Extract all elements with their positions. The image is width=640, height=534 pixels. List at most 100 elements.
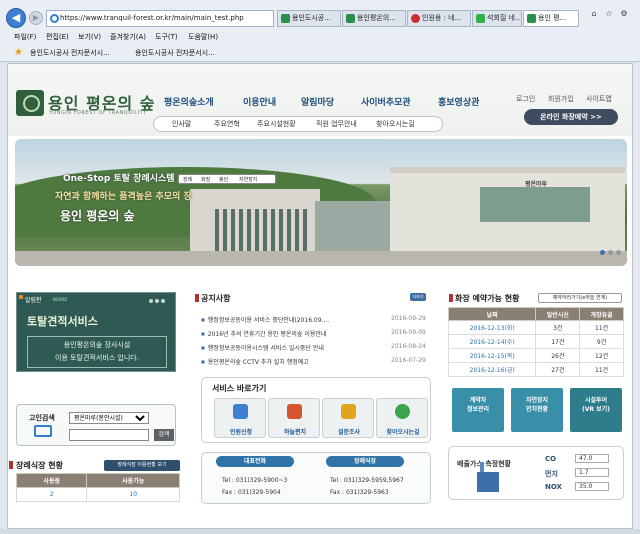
funeral-hall-phone-label: 장례식장	[326, 456, 404, 467]
letter-icon	[287, 404, 302, 419]
facility-select[interactable]: 평온마루(봉안시설)	[69, 412, 149, 424]
news-more-button[interactable]: 더보기	[410, 293, 426, 301]
document-icon	[233, 404, 248, 419]
home-icon[interactable]: ⌂	[588, 8, 600, 20]
hero-banner: 평온마루 One-Stop 토탈 장례시스템 자연과 함께하는 품격높은 추모의…	[15, 139, 627, 266]
table-header: 사용가능	[86, 473, 180, 488]
hero-ground	[15, 251, 627, 266]
forward-button[interactable]: ▶	[29, 11, 43, 25]
vr-tour-button[interactable]: 시설투어 (VR 보기)	[570, 388, 622, 432]
ie-icon	[50, 14, 59, 23]
cremation-reservation-title: 화장 예약가능 현황	[448, 294, 520, 303]
star-icon[interactable]: ☆	[603, 8, 615, 20]
back-button[interactable]: ◀	[6, 8, 26, 28]
funeral-tel: Tel : 031)329-5959,5967	[330, 477, 404, 484]
favorite-link[interactable]: 용인도시공사 전자문서시...	[30, 45, 110, 61]
browser-tab[interactable]: 용인평온의...	[342, 10, 406, 27]
reservation-table: 날짜 일반시신 개장유골 2016-12-13(화) 3건 11건 2016-12-14…	[447, 307, 624, 377]
site-favicon-icon	[346, 14, 355, 23]
table-header: 날짜	[447, 307, 537, 321]
nav-notice[interactable]: 알림마당	[301, 95, 334, 108]
map-pin-icon	[395, 404, 410, 419]
subnav-history[interactable]: 주요연혁	[214, 119, 240, 129]
menu-help[interactable]: 도움말(H)	[188, 31, 218, 44]
notice-board[interactable]: 알림판 BOARD 토탈견적서비스 용인평온의숲 장사시설 이용 토탈견적서비스 …	[16, 292, 176, 372]
site-favicon-icon	[527, 14, 536, 23]
favorite-link[interactable]: 용인도시공사 전자문서시...	[135, 45, 215, 61]
search-input[interactable]	[69, 429, 149, 441]
civil-petition-button[interactable]: 민원신청	[214, 398, 266, 438]
browser-tab-active[interactable]: 용인 평...	[523, 10, 579, 27]
sky-letter-button[interactable]: 하늘편지	[268, 398, 320, 438]
nav-intro[interactable]: 평온의숲소개	[164, 95, 214, 108]
funeral-hall-status-button[interactable]: 장례식장 이용현황 보기	[104, 460, 180, 471]
nav-guide[interactable]: 이용안내	[243, 95, 276, 108]
search-button[interactable]: 검색	[154, 429, 174, 441]
browser-tab[interactable]: 인원용 : 네...	[407, 10, 471, 27]
contractor-info-button[interactable]: 계약자 정보관리	[452, 388, 504, 432]
nav-promo-video[interactable]: 홍보영상관	[438, 95, 479, 108]
natural-burial-status-button[interactable]: 자연장지 안치현황	[511, 388, 563, 432]
main-phone-label: 대표전화	[216, 456, 294, 467]
menu-view[interactable]: 보기(V)	[78, 31, 101, 44]
hero-building	[190, 189, 320, 259]
browser-tab[interactable]: 석회질 네..	[472, 10, 522, 27]
signup-link[interactable]: 회원가입	[548, 94, 574, 104]
hero-tags: 장례 화장 봉안 자연장지	[178, 174, 276, 184]
online-reservation-button[interactable]: 온라인 화장예약 >>	[524, 109, 618, 125]
emission-value: 47.0	[575, 454, 609, 463]
table-row: 2016-12-13(화) 3건 11건	[447, 320, 624, 335]
browser-tab[interactable]: 용인도시공...	[277, 10, 341, 27]
reservation-link-button[interactable]: 예약하러가기(e하늘 연계)	[538, 293, 622, 303]
subnav-facilities[interactable]: 주요시설현황	[257, 119, 296, 129]
news-item[interactable]: 2016년 추석 연휴기간 용인 평온의숲 이용안내	[201, 329, 327, 338]
naver-icon	[476, 14, 485, 23]
hero-line-1: One-Stop 토탈 장례시스템	[63, 174, 175, 184]
news-item[interactable]: 행정정보공동이용 서비스 중단안내(2016.09....	[201, 315, 329, 324]
scrollbar[interactable]	[633, 63, 640, 529]
contact-box: 대표전화 장례식장 Tel : 031)329-5900~3 Fax : 031…	[201, 452, 431, 504]
funeral-hall-title: 장례식장 현황	[9, 461, 63, 470]
sitemap-link[interactable]: 사이트맵	[586, 94, 612, 104]
survey-button[interactable]: 설문조사	[322, 398, 374, 438]
nav-cyber-memorial[interactable]: 사이버추모관	[361, 95, 411, 108]
funeral-hall-table: 사용중 사용가능 2 10	[15, 473, 180, 502]
gear-icon[interactable]: ⚙	[618, 8, 630, 20]
news-item[interactable]: 용인평온의숲 CCTV 추가 설치 행정예고	[201, 357, 309, 366]
web-page: 용인 평온의 숲 YONGIN FOREST OF TRANQUILITY 평온…	[7, 63, 633, 529]
menu-file[interactable]: 파일(F)	[14, 31, 36, 44]
favorites-star-icon[interactable]: ★	[14, 47, 23, 59]
directions-button[interactable]: 찾아오시는길	[376, 398, 428, 438]
logo-tree-icon[interactable]	[16, 90, 44, 116]
browser-chrome: ◀ ▶ https://www.tranquil-forest.or.kr/ma…	[0, 0, 640, 62]
news-date: 2016-08-24	[391, 343, 426, 350]
computer-icon	[34, 425, 52, 437]
news-item[interactable]: 행정정보공동이용시스템 서비스 일시중단 안내	[201, 343, 324, 352]
notice-pager[interactable]	[147, 297, 165, 305]
news-title: 공지사항	[194, 294, 231, 303]
slider-dots[interactable]	[600, 249, 626, 257]
subnav-staff-duties[interactable]: 직원 업무안내	[316, 119, 357, 129]
site-favicon-icon	[281, 14, 290, 23]
subnav-directions[interactable]: 찾아오시는길	[376, 119, 415, 129]
emission-value: 35.0	[575, 482, 609, 491]
service-title: 서비스 바로가기	[212, 384, 267, 393]
site-favicon-icon	[411, 14, 420, 23]
notice-badge: BOARD	[53, 297, 68, 302]
service-shortcuts: 서비스 바로가기 민원신청 하늘편지 설문조사 찾아오시는길	[201, 377, 431, 443]
in-use-count: 2	[15, 487, 88, 502]
menu-favorites[interactable]: 즐겨찾기(A)	[110, 31, 146, 44]
login-link[interactable]: 로그인	[516, 94, 535, 104]
search-label: 고인검색	[29, 414, 55, 422]
main-fax: Fax : 031)329-5904	[222, 489, 281, 496]
news-date: 2016-09-09	[391, 329, 426, 336]
menu-tools[interactable]: 도구(T)	[155, 31, 178, 44]
table-header: 개장유골	[579, 307, 624, 321]
sub-navigation: 인사말 주요연혁 주요시설현황 직원 업무안내 찾아오시는길	[153, 116, 443, 132]
hero-line-2: 자연과 함께하는 품격높은 추모의 장	[55, 192, 192, 202]
table-row: 2016-12-14(수) 17건 9건	[447, 334, 624, 349]
subnav-greeting[interactable]: 인사말	[172, 119, 191, 129]
address-bar[interactable]: https://www.tranquil-forest.or.kr/main/m…	[46, 10, 274, 27]
menu-edit[interactable]: 편집(E)	[46, 31, 69, 44]
emission-value: 1.7	[575, 468, 609, 477]
